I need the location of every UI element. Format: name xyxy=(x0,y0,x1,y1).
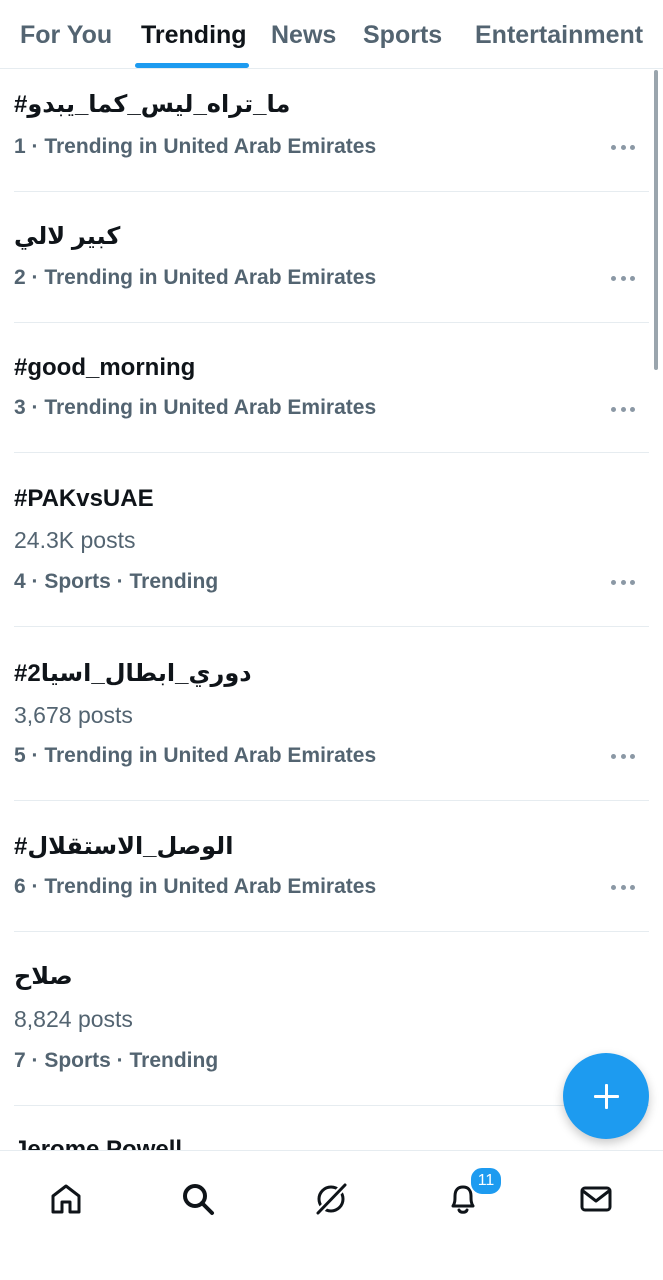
trend-item[interactable]: #PAKvsUAE 24.3K posts 4 · Sports · Trend… xyxy=(14,453,649,627)
tab-entertainment[interactable]: Entertainment xyxy=(475,18,643,52)
trend-title: صلاح xyxy=(14,963,73,990)
trend-item[interactable]: كبير لالي 2 · Trending in United Arab Em… xyxy=(14,192,649,323)
trend-meta: 7 · Sports · Trending xyxy=(14,1049,219,1072)
tab-trending[interactable]: Trending xyxy=(141,18,247,52)
trend-post-count: 8,824 posts xyxy=(14,1006,133,1032)
trend-item[interactable]: #good_morning 3 · Trending in United Ara… xyxy=(14,323,649,453)
trend-meta: 3 · Trending in United Arab Emirates xyxy=(14,396,377,419)
trend-title: #ما_تراه_ليس_كما_يبدو xyxy=(14,91,291,118)
bottom-nav xyxy=(0,1150,663,1280)
messages-icon[interactable] xyxy=(566,1169,626,1229)
tab-news[interactable]: News xyxy=(271,18,336,52)
trend-title: #دوري_ابطال_اسيا2 xyxy=(14,660,252,687)
trend-item[interactable]: صلاح 8,824 posts 7 · Sports · Trending xyxy=(14,932,649,1106)
trend-title: #PAKvsUAE xyxy=(14,485,154,512)
trend-meta: 1 · Trending in United Arab Emirates xyxy=(14,135,377,158)
trend-item[interactable]: #الوصل_الاستقلال 6 · Trending in United … xyxy=(14,801,649,932)
trend-meta: 4 · Sports · Trending xyxy=(14,570,219,593)
more-options-icon[interactable] xyxy=(611,753,635,759)
trend-meta: 6 · Trending in United Arab Emirates xyxy=(14,875,377,898)
trend-meta: 5 · Trending in United Arab Emirates xyxy=(14,744,377,767)
trend-post-count: 24.3K posts xyxy=(14,527,136,553)
trend-meta: 2 · Trending in United Arab Emirates xyxy=(14,266,377,289)
trend-post-count: 3,678 posts xyxy=(14,702,133,728)
scrollbar[interactable] xyxy=(654,70,658,370)
trend-title: #الوصل_الاستقلال xyxy=(14,833,234,860)
trend-item[interactable]: #ما_تراه_ليس_كما_يبدو 1 · Trending in Un… xyxy=(14,70,649,192)
compose-button[interactable] xyxy=(563,1053,649,1139)
tab-sports[interactable]: Sports xyxy=(363,18,442,52)
more-options-icon[interactable] xyxy=(611,884,635,890)
trend-title: #good_morning xyxy=(14,354,196,381)
grok-icon[interactable] xyxy=(301,1169,361,1229)
notification-count-badge: 11 xyxy=(469,1166,503,1196)
more-options-icon[interactable] xyxy=(611,144,635,150)
trend-title: كبير لالي xyxy=(14,223,121,250)
trending-screen: For You Trending News Sports Entertainme… xyxy=(0,0,663,1280)
explore-tabs: For You Trending News Sports Entertainme… xyxy=(0,0,663,69)
more-options-icon[interactable] xyxy=(611,275,635,281)
more-options-icon[interactable] xyxy=(611,406,635,412)
trend-item[interactable]: #دوري_ابطال_اسيا2 3,678 posts 5 · Trendi… xyxy=(14,627,649,801)
tab-for-you[interactable]: For You xyxy=(20,18,112,52)
more-options-icon[interactable] xyxy=(611,579,635,585)
active-tab-indicator xyxy=(135,63,249,68)
search-icon[interactable] xyxy=(168,1169,228,1229)
home-icon[interactable] xyxy=(36,1169,96,1229)
